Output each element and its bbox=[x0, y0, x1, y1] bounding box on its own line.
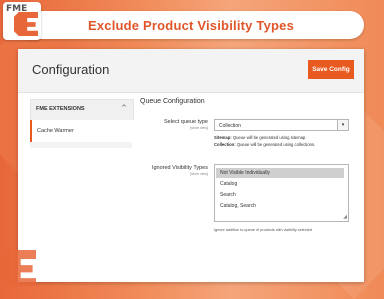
note-term: Sitemap: bbox=[214, 135, 232, 140]
queue-type-value: Collection bbox=[219, 123, 241, 129]
note-text: Queue will be generated using sitemap. bbox=[232, 135, 307, 140]
visibility-label: Ignored Visibility Types [store view] bbox=[128, 165, 208, 176]
page-header: Configuration Save Config bbox=[18, 49, 364, 93]
resize-handle-icon[interactable]: ◢ bbox=[343, 214, 347, 220]
visibility-scope: [store view] bbox=[190, 172, 208, 176]
sidebar-section-label: FME EXTENSIONS bbox=[36, 106, 85, 112]
configuration-panel: Configuration Save Config FME EXTENSIONS… bbox=[18, 49, 364, 282]
ignored-visibility-multiselect[interactable]: Not Visible Individually Catalog Search … bbox=[214, 164, 349, 222]
queue-type-label: Select queue type [store view] bbox=[128, 119, 208, 130]
note-term: Collection: bbox=[214, 142, 236, 147]
visibility-option[interactable]: Not Visible Individually bbox=[216, 168, 344, 178]
fme-logo: FME bbox=[3, 2, 41, 40]
brand-mark-icon bbox=[2, 250, 36, 286]
queue-type-select[interactable]: Collection ▾ bbox=[214, 119, 349, 131]
banner-title: Exclude Product Visibility Types bbox=[87, 18, 295, 33]
section-title: Queue Configuration bbox=[140, 98, 205, 105]
visibility-option[interactable]: Search bbox=[216, 190, 344, 200]
queue-type-note-collection: Collection: Queue will be generated usin… bbox=[214, 142, 315, 147]
page-title: Configuration bbox=[32, 62, 110, 77]
dropdown-arrow-icon[interactable]: ▾ bbox=[337, 120, 348, 130]
sidebar-section-fme-extensions[interactable]: FME EXTENSIONS ^ bbox=[30, 99, 134, 121]
visibility-option[interactable]: Catalog, Search bbox=[216, 201, 344, 211]
visibility-help-text: Ignore addition to queue of products wit… bbox=[214, 228, 312, 232]
sidebar-item-label: Cache Warmer bbox=[37, 128, 74, 134]
page-content: FME EXTENSIONS ^ Cache Warmer Queue Conf… bbox=[18, 93, 364, 282]
note-text: Queue will be generated using collection… bbox=[236, 142, 316, 147]
chevron-up-icon: ^ bbox=[121, 104, 127, 112]
queue-type-note-sitemap: Sitemap: Queue will be generated using s… bbox=[214, 135, 306, 140]
queue-type-scope: [store view] bbox=[190, 126, 208, 130]
visibility-option[interactable]: Catalog bbox=[216, 179, 344, 189]
visibility-label-text: Ignored Visibility Types bbox=[151, 165, 208, 171]
title-banner: Exclude Product Visibility Types bbox=[18, 11, 364, 39]
logo-mark-icon bbox=[14, 12, 38, 36]
save-config-button[interactable]: Save Config bbox=[308, 60, 354, 79]
queue-type-label-text: Select queue type bbox=[163, 119, 208, 125]
sidebar-footer bbox=[30, 142, 132, 148]
sidebar-item-cache-warmer[interactable]: Cache Warmer bbox=[30, 120, 134, 142]
